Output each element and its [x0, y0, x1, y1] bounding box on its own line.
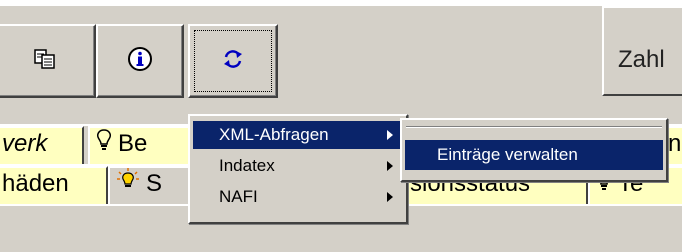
menu-item-eintraege-verwalten[interactable]: Einträge verwalten [405, 140, 663, 170]
lightbulb-icon [96, 128, 112, 161]
copy-button[interactable] [0, 24, 96, 98]
top-band [0, 0, 682, 6]
zahl-label: Zahl [618, 46, 665, 73]
copy-icon [34, 48, 56, 74]
info-button[interactable] [96, 24, 184, 98]
tab-verk[interactable]: verk [0, 126, 84, 164]
context-menu: XML-Abfragen Indatex NAFI [188, 114, 408, 224]
submenu-arrow-icon [387, 161, 393, 171]
lightbulb-on-icon [116, 168, 140, 203]
menu-item-label: XML-Abfragen [219, 125, 329, 144]
menu-item-indatex[interactable]: Indatex [193, 152, 403, 180]
submenu-arrow-icon [387, 130, 393, 140]
menu-item-xml-abfragen[interactable]: XML-Abfragen [193, 121, 403, 149]
menu-item-label: Einträge verwalten [437, 145, 578, 164]
tab-be[interactable]: Be [88, 126, 198, 164]
tab-label: häden [2, 170, 69, 197]
zahl-button[interactable]: Zahl [602, 6, 682, 96]
menu-item-nafi[interactable]: NAFI [193, 183, 403, 211]
submenu: Einträge verwalten [400, 118, 668, 182]
tab-label: n [668, 130, 682, 157]
tab-haeden[interactable]: häden [0, 166, 108, 204]
tab-label: S [146, 170, 163, 197]
refresh-icon [221, 47, 245, 76]
info-icon [127, 46, 153, 77]
submenu-arrow-icon [387, 192, 393, 202]
tab-label: verk [2, 130, 48, 157]
menu-separator [406, 126, 662, 128]
tab-label: Be [118, 130, 148, 157]
menu-item-label: NAFI [219, 187, 258, 206]
menu-item-label: Indatex [219, 156, 275, 175]
refresh-button[interactable] [188, 24, 278, 98]
